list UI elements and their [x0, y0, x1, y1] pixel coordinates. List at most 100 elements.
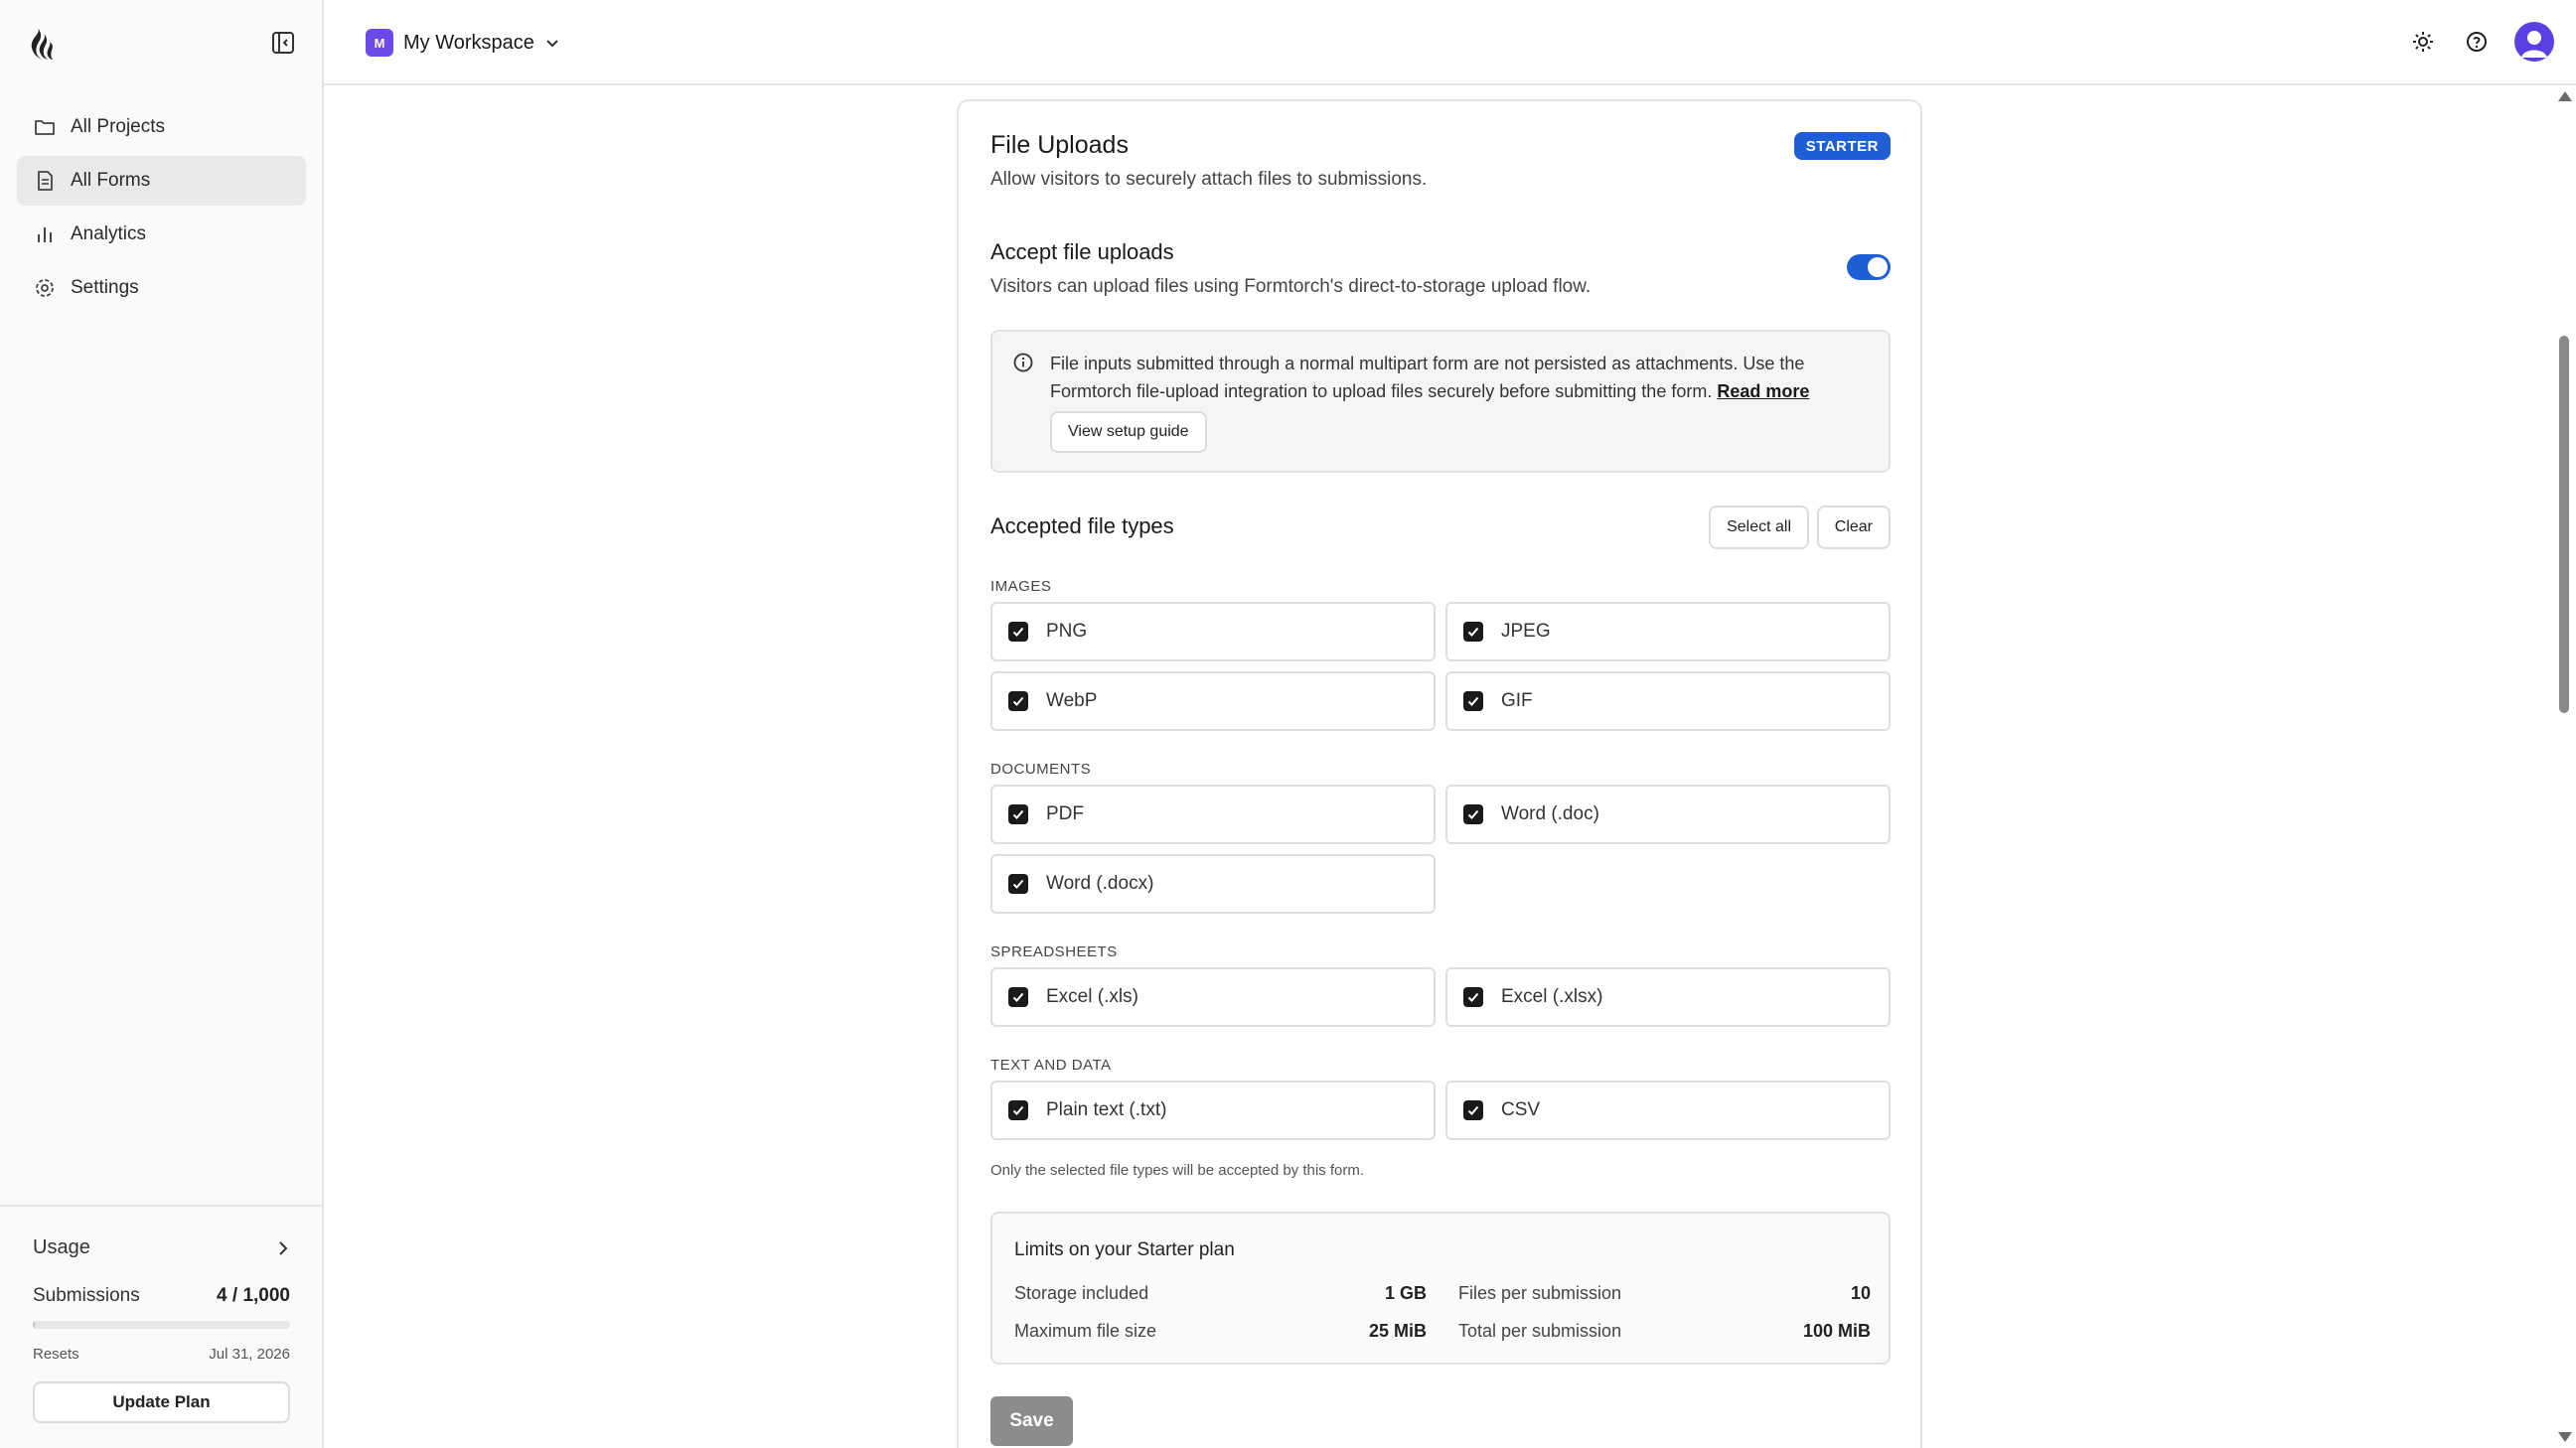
- info-icon: [1013, 353, 1033, 372]
- checkbox-checked-icon[interactable]: [1008, 1100, 1028, 1120]
- help-icon[interactable]: [2463, 28, 2491, 56]
- card-title: File Uploads: [990, 131, 1129, 159]
- user-avatar[interactable]: [2514, 22, 2554, 62]
- limit-row-storage: Storage included 1 GB: [1014, 1283, 1427, 1304]
- limit-label: Maximum file size: [1014, 1321, 1157, 1341]
- checkbox-checked-icon[interactable]: [1463, 691, 1483, 711]
- sidebar-item-label: Analytics: [71, 223, 147, 244]
- checkbox-checked-icon[interactable]: [1463, 622, 1483, 642]
- read-more-link[interactable]: Read more: [1717, 381, 1809, 401]
- plan-badge: STARTER: [1793, 132, 1891, 160]
- plan-limits-box: Limits on your Starter plan Storage incl…: [990, 1212, 1891, 1365]
- file-type-label: JPEG: [1501, 621, 1551, 642]
- clear-button[interactable]: Clear: [1816, 506, 1891, 549]
- limit-label: Storage included: [1014, 1283, 1149, 1303]
- submissions-value: 4 / 1,000: [217, 1285, 290, 1306]
- sidebar-item-label: All Projects: [71, 116, 166, 137]
- resets-row: Resets Jul 31, 2026: [33, 1346, 290, 1363]
- gear-icon: [36, 279, 54, 297]
- file-type-option-docx[interactable]: Word (.docx): [990, 854, 1436, 914]
- file-type-label: Plain text (.txt): [1046, 1099, 1167, 1120]
- form-icon: [38, 171, 53, 191]
- group-label-text-and-data: TEXT AND DATA: [990, 1057, 1112, 1074]
- sidebar-item-label: Settings: [71, 277, 139, 298]
- workspace-badge: M: [366, 29, 393, 57]
- view-setup-guide-button[interactable]: View setup guide: [1050, 411, 1207, 453]
- file-type-label: PDF: [1046, 803, 1084, 824]
- checkbox-checked-icon[interactable]: [1463, 987, 1483, 1007]
- sidebar-collapse-icon[interactable]: [270, 30, 296, 56]
- file-type-label: Word (.docx): [1046, 873, 1154, 894]
- file-type-option-txt[interactable]: Plain text (.txt): [990, 1081, 1436, 1140]
- file-types-footnote: Only the selected file types will be acc…: [990, 1162, 1365, 1179]
- limit-label: Files per submission: [1458, 1283, 1622, 1303]
- scroll-thumb[interactable]: [2559, 336, 2569, 713]
- accept-uploads-description: Visitors can upload files using Formtorc…: [990, 276, 1591, 297]
- multipart-notice: File inputs submitted through a normal m…: [990, 330, 1891, 473]
- file-type-label: Word (.doc): [1501, 803, 1599, 824]
- group-label-images: IMAGES: [990, 578, 1052, 595]
- scroll-down-arrow-icon[interactable]: [2558, 1432, 2572, 1442]
- usage-label: Usage: [33, 1236, 90, 1258]
- file-type-option-xlsx[interactable]: Excel (.xlsx): [1445, 967, 1891, 1027]
- submissions-progress-fill: [33, 1321, 35, 1329]
- checkbox-checked-icon[interactable]: [1463, 1100, 1483, 1120]
- usage-header[interactable]: Usage: [33, 1236, 291, 1259]
- notice-body: File inputs submitted through a normal m…: [1050, 354, 1805, 401]
- workspace-switcher[interactable]: M My Workspace: [366, 29, 560, 57]
- save-button[interactable]: Save: [990, 1396, 1073, 1446]
- chevron-down-icon: [546, 40, 558, 48]
- sidebar: All Projects All Forms Analytics Setting…: [0, 0, 324, 1448]
- limit-value: 100 MiB: [1802, 1321, 1871, 1341]
- checkbox-checked-icon[interactable]: [1008, 691, 1028, 711]
- file-type-option-pdf[interactable]: PDF: [990, 785, 1436, 844]
- file-type-option-xls[interactable]: Excel (.xls): [990, 967, 1436, 1027]
- file-type-label: PNG: [1046, 621, 1088, 642]
- accept-uploads-toggle[interactable]: [1847, 254, 1891, 280]
- limit-row-total-per-submission: Total per submission 100 MiB: [1458, 1321, 1871, 1342]
- submissions-progress-bar: [33, 1321, 290, 1329]
- file-type-label: Excel (.xlsx): [1501, 986, 1603, 1007]
- submissions-label: Submissions: [33, 1285, 140, 1306]
- limit-label: Total per submission: [1458, 1321, 1622, 1341]
- limit-row-max-file-size: Maximum file size 25 MiB: [1014, 1321, 1427, 1342]
- file-type-option-gif[interactable]: GIF: [1445, 671, 1891, 731]
- workspace-name: My Workspace: [403, 31, 534, 54]
- sidebar-item-all-projects[interactable]: All Projects: [17, 102, 306, 152]
- update-plan-button[interactable]: Update Plan: [33, 1381, 290, 1423]
- sidebar-item-settings[interactable]: Settings: [17, 263, 306, 313]
- usage-panel: Usage Submissions 4 / 1,000 Resets Jul 3…: [0, 1205, 324, 1448]
- file-type-option-jpeg[interactable]: JPEG: [1445, 602, 1891, 661]
- file-type-option-csv[interactable]: CSV: [1445, 1081, 1891, 1140]
- select-all-button[interactable]: Select all: [1709, 506, 1809, 549]
- top-actions: [2383, 22, 2554, 62]
- checkbox-checked-icon[interactable]: [1008, 804, 1028, 824]
- limit-value: 1 GB: [1384, 1283, 1427, 1303]
- scroll-up-arrow-icon[interactable]: [2558, 91, 2572, 101]
- top-bar: M My Workspace: [324, 0, 2576, 85]
- sidebar-item-analytics[interactable]: Analytics: [17, 210, 306, 259]
- checkbox-checked-icon[interactable]: [1008, 987, 1028, 1007]
- limit-value: 10: [1850, 1283, 1871, 1303]
- file-type-option-doc[interactable]: Word (.doc): [1445, 785, 1891, 844]
- checkbox-checked-icon[interactable]: [1463, 804, 1483, 824]
- flame-logo-icon[interactable]: [24, 26, 58, 64]
- card-subtitle: Allow visitors to securely attach files …: [990, 169, 1428, 190]
- accepted-types-title: Accepted file types: [990, 513, 1174, 538]
- theme-sun-icon[interactable]: [2409, 28, 2437, 56]
- accept-uploads-title: Accept file uploads: [990, 239, 1174, 264]
- file-uploads-card: File Uploads Allow visitors to securely …: [957, 99, 1922, 1448]
- resets-date: Jul 31, 2026: [209, 1346, 290, 1363]
- resets-label: Resets: [33, 1346, 79, 1363]
- file-type-option-png[interactable]: PNG: [990, 602, 1436, 661]
- page-scrollbar[interactable]: [2555, 87, 2576, 1448]
- checkbox-checked-icon[interactable]: [1008, 622, 1028, 642]
- group-label-spreadsheets: SPREADSHEETS: [990, 943, 1118, 960]
- sidebar-item-all-forms[interactable]: All Forms: [17, 156, 306, 206]
- submissions-row: Submissions 4 / 1,000: [33, 1285, 290, 1307]
- file-type-label: WebP: [1046, 690, 1098, 711]
- folder-icon: [35, 120, 55, 135]
- file-type-option-webp[interactable]: WebP: [990, 671, 1436, 731]
- notice-text: File inputs submitted through a normal m…: [1050, 350, 1875, 405]
- checkbox-checked-icon[interactable]: [1008, 874, 1028, 894]
